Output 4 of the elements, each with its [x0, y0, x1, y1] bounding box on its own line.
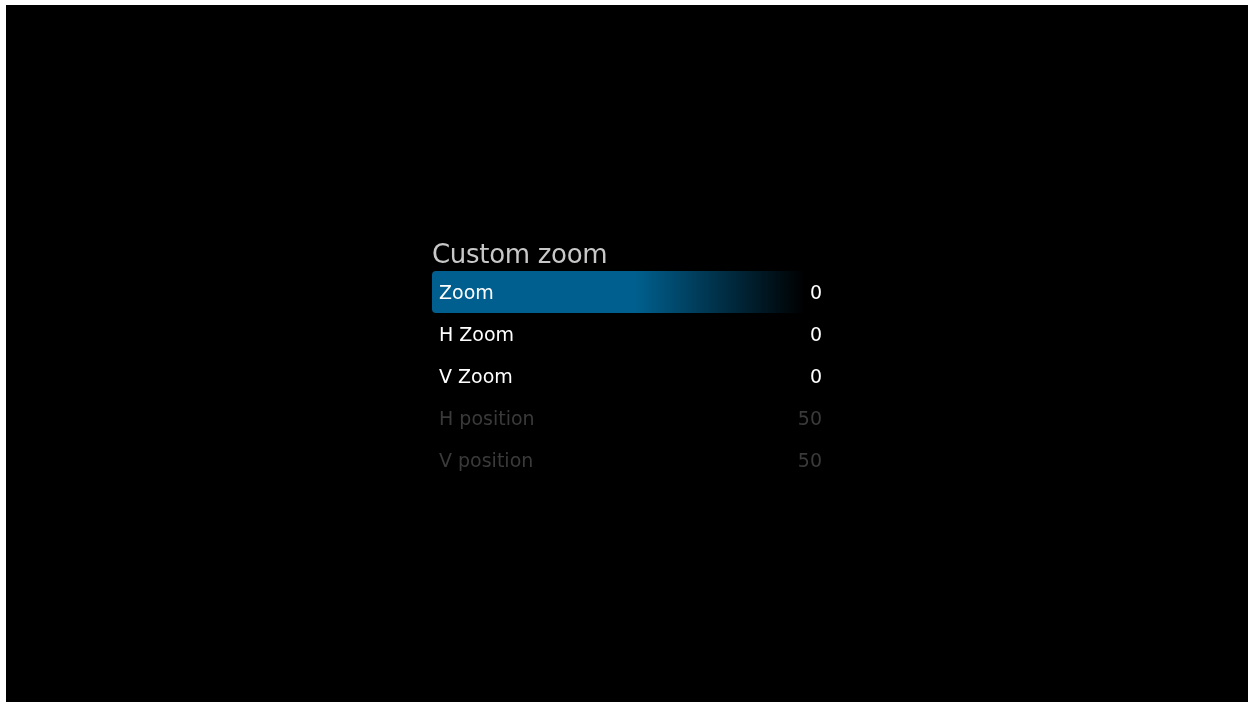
- menu-item[interactable]: Zoom 0: [432, 271, 824, 313]
- menu-item[interactable]: H Zoom 0: [432, 313, 824, 355]
- menu-item[interactable]: V Zoom 0: [432, 355, 824, 397]
- menu-title: Custom zoom: [432, 238, 609, 271]
